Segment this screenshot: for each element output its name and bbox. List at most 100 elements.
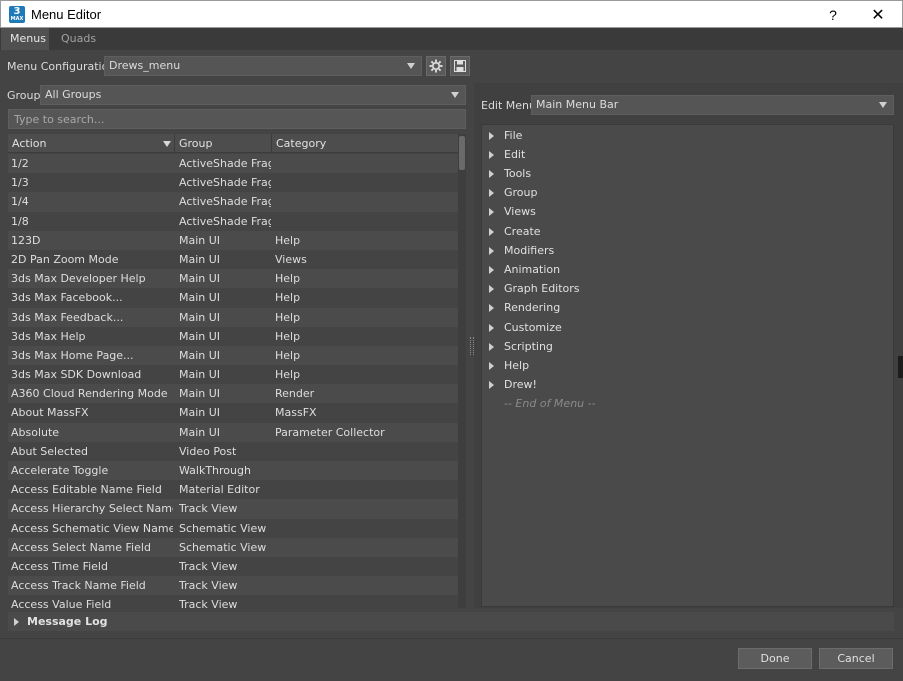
menu-tree-item-label: Edit: [504, 147, 526, 161]
table-row[interactable]: Access Time Field Track View: [8, 556, 458, 577]
table-row[interactable]: About MassFX Main UI MassFX: [8, 403, 458, 423]
table-row[interactable]: Accelerate Toggle WalkThrough: [8, 461, 458, 481]
category-cell: Help: [275, 291, 301, 305]
sort-down-icon: [163, 141, 171, 147]
action-cell: A360 Cloud Rendering Mode: [11, 387, 168, 401]
menu-tree-item-rendering[interactable]: Rendering: [482, 298, 882, 317]
menu-tree-item-graph-editors[interactable]: Graph Editors: [482, 279, 882, 298]
menu-tree-item-tools[interactable]: Tools: [482, 164, 882, 183]
menu-tree-item-label: Rendering: [504, 301, 561, 315]
expand-arrow-icon[interactable]: [489, 342, 494, 351]
table-row[interactable]: Access Track Name Field Track View: [8, 576, 458, 596]
menu-tree-item-customize[interactable]: Customize: [482, 318, 882, 337]
menu-tree-item-edit[interactable]: Edit: [482, 145, 882, 164]
menu-tree-item-label: Animation: [504, 262, 561, 276]
category-cell: Help: [275, 310, 301, 324]
table-row[interactable]: 3ds Max Feedback... Main UI Help: [8, 307, 458, 327]
menu-tree-item-help[interactable]: Help: [482, 356, 882, 375]
expand-arrow-icon[interactable]: [489, 169, 494, 178]
cancel-button[interactable]: Cancel: [819, 648, 893, 669]
group-cell: Track View: [179, 502, 238, 516]
menu-tree-item-views[interactable]: Views: [482, 202, 882, 221]
gear-icon: [429, 59, 443, 73]
column-header-group[interactable]: Group: [175, 134, 272, 153]
table-row[interactable]: 1/8 ActiveShade Frag...: [8, 211, 458, 231]
close-button[interactable]: ✕: [867, 5, 889, 25]
menu-tree-item-animation[interactable]: Animation: [482, 260, 882, 279]
action-cell: Accelerate Toggle: [11, 464, 109, 477]
expand-arrow-icon[interactable]: [489, 304, 494, 313]
edit-menu-dropdown[interactable]: Main Menu Bar: [531, 95, 894, 115]
action-cell: 3ds Max SDK Download: [11, 368, 142, 382]
table-row[interactable]: 1/4 ActiveShade Frag...: [8, 192, 458, 212]
action-cell: 3ds Max Feedback...: [11, 310, 124, 324]
table-row[interactable]: Absolute Main UI Parameter Collector: [8, 422, 458, 442]
expand-arrow-icon[interactable]: [489, 323, 494, 332]
action-cell: About MassFX: [11, 406, 89, 420]
expand-arrow-icon[interactable]: [489, 189, 494, 198]
menu-tree-item-modifiers[interactable]: Modifiers: [482, 241, 882, 260]
done-button[interactable]: Done: [738, 648, 812, 669]
group-dropdown[interactable]: All Groups: [40, 85, 466, 105]
table-row[interactable]: A360 Cloud Rendering Mode Main UI Render: [8, 384, 458, 404]
group-cell: Main UI: [179, 348, 221, 362]
table-scrollbar[interactable]: [458, 134, 466, 608]
tab-menus[interactable]: Menus: [1, 28, 49, 50]
menu-tree-item-group[interactable]: Group: [482, 183, 882, 202]
column-header-category[interactable]: Category: [272, 134, 458, 153]
menu-tree-item-label: File: [504, 128, 523, 142]
menu-configuration-dropdown[interactable]: Drews_menu: [104, 56, 422, 76]
expand-arrow-icon[interactable]: [489, 131, 494, 140]
table-row[interactable]: 3ds Max SDK Download Main UI Help: [8, 365, 458, 385]
edit-menu-value: Main Menu Bar: [536, 98, 619, 111]
expand-arrow-icon[interactable]: [489, 285, 494, 294]
menu-tree-item-drew[interactable]: Drew!: [482, 375, 882, 394]
table-row[interactable]: Access Value Field Track View: [8, 595, 458, 608]
save-button[interactable]: [450, 56, 470, 76]
settings-button[interactable]: [426, 56, 446, 76]
table-row[interactable]: 1/2 ActiveShade Frag...: [8, 154, 458, 174]
search-input[interactable]: [8, 109, 466, 129]
message-log-header[interactable]: Message Log: [8, 612, 894, 631]
help-button[interactable]: ?: [823, 5, 843, 25]
table-row[interactable]: Access Editable Name Field Material Edito…: [8, 480, 458, 500]
expand-arrow-icon[interactable]: [489, 361, 494, 370]
title-bar: 3 MAX Menu Editor ? ✕: [0, 0, 903, 28]
save-icon: [454, 60, 466, 72]
table-row[interactable]: Access Schematic View Name Fi... Schemati…: [8, 518, 458, 538]
expand-arrow-icon[interactable]: [489, 208, 494, 217]
message-log-label: Message Log: [27, 615, 108, 628]
expand-arrow-icon[interactable]: [489, 227, 494, 236]
table-row[interactable]: 3ds Max Facebook... Main UI Help: [8, 288, 458, 308]
expand-arrow-icon[interactable]: [489, 246, 494, 255]
category-cell: Help: [275, 233, 301, 247]
table-row[interactable]: 1/3 ActiveShade Frag...: [8, 173, 458, 193]
actions-table: Action Group Category 1/2 ActiveShade Fra…: [8, 134, 458, 608]
table-row[interactable]: Access Hierarchy Select Name Fi... Track …: [8, 499, 458, 519]
table-row[interactable]: 3ds Max Home Page... Main UI Help: [8, 345, 458, 366]
action-cell: 2D Pan Zoom Mode: [11, 252, 119, 266]
expand-arrow-icon[interactable]: [489, 150, 494, 159]
scrollbar-thumb[interactable]: [459, 136, 465, 170]
column-header-action[interactable]: Action: [8, 134, 175, 153]
table-row[interactable]: 3ds Max Help Main UI Help: [8, 326, 458, 346]
tab-quads[interactable]: Quads: [52, 28, 105, 50]
expand-arrow-icon[interactable]: [489, 381, 494, 390]
table-row[interactable]: 123D Main UI Help: [8, 230, 458, 250]
table-row[interactable]: Access Select Name Field Schematic View: [8, 537, 458, 557]
group-cell: ActiveShade Frag...: [179, 157, 271, 170]
menu-tree-item-label: Graph Editors: [504, 282, 580, 296]
menu-tree-item-create[interactable]: Create: [482, 222, 882, 241]
expand-arrow-icon[interactable]: [489, 265, 494, 274]
chevron-down-icon: [879, 102, 887, 108]
menu-tree-item-scripting[interactable]: Scripting: [482, 337, 882, 356]
menu-tree-item-label: Group: [504, 186, 538, 200]
table-header: Action Group Category: [8, 134, 458, 153]
group-cell: Schematic View: [179, 540, 267, 554]
action-cell: Access Time Field: [11, 559, 108, 573]
table-row[interactable]: 2D Pan Zoom Mode Main UI Views: [8, 249, 458, 270]
table-row[interactable]: 3ds Max Developer Help Main UI Help: [8, 269, 458, 289]
table-row[interactable]: Abut Selected Video Post: [8, 441, 458, 461]
menu-tree-item-file[interactable]: File: [482, 126, 882, 145]
action-cell: 3ds Max Home Page...: [11, 348, 134, 362]
